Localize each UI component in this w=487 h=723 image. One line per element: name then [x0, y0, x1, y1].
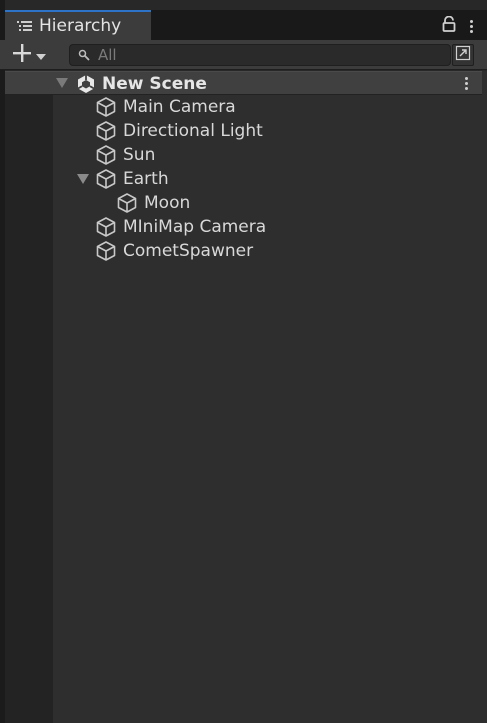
hierarchy-window: Hierarchy All New Scene Main Camera Dire… [0, 0, 487, 723]
hierarchy-item-directional-light[interactable]: Directional Light [95, 119, 263, 143]
cube-icon [95, 96, 117, 118]
fold-arrow-expanded-icon[interactable] [56, 77, 68, 89]
lock-icon[interactable] [442, 15, 456, 36]
scene-menu-icon[interactable] [465, 77, 468, 90]
cube-icon [95, 240, 117, 262]
item-label: CometSpawner [123, 241, 254, 261]
hierarchy-item-sun[interactable]: Sun [95, 143, 155, 167]
item-label: Earth [123, 169, 169, 189]
hierarchy-list-icon [17, 17, 33, 36]
tree-gutter [5, 71, 53, 723]
scene-label-group: New Scene [76, 72, 207, 96]
search-icon [78, 46, 90, 65]
hierarchy-item-earth[interactable]: Earth [95, 167, 169, 191]
tab-title: Hierarchy [39, 16, 122, 36]
cube-icon [95, 168, 117, 190]
hierarchy-item-main-camera[interactable]: Main Camera [95, 95, 236, 119]
scene-header-row[interactable]: New Scene [5, 71, 482, 95]
hierarchy-toolbar [0, 40, 487, 70]
item-label: Sun [123, 145, 156, 165]
tab-hierarchy[interactable]: Hierarchy [5, 10, 151, 40]
scene-picking-button[interactable] [452, 44, 474, 66]
tab-actions [442, 15, 473, 36]
hierarchy-item-moon[interactable]: Moon [116, 191, 190, 215]
cube-icon [95, 216, 117, 238]
item-label: MIniMap Camera [123, 217, 267, 237]
hierarchy-item-comet-spawner[interactable]: CometSpawner [95, 239, 253, 263]
cube-icon [95, 120, 117, 142]
fold-arrow-expanded-icon[interactable] [77, 173, 89, 185]
item-label: Moon [144, 193, 191, 213]
item-label: Directional Light [123, 121, 263, 141]
dropdown-arrow-icon [36, 46, 46, 65]
search-field[interactable] [69, 44, 451, 66]
create-button[interactable] [12, 43, 54, 67]
more-options-icon[interactable] [470, 19, 473, 33]
unity-scene-icon [76, 74, 96, 94]
search-input[interactable] [98, 46, 428, 64]
tab-bar: Hierarchy [0, 10, 487, 40]
cube-icon [95, 144, 117, 166]
plus-icon [12, 43, 32, 67]
item-label: Main Camera [123, 97, 236, 117]
cube-icon [116, 192, 138, 214]
pick-arrow-icon [455, 45, 471, 65]
scene-name: New Scene [102, 74, 207, 94]
hierarchy-item-minimap-camera[interactable]: MIniMap Camera [95, 215, 266, 239]
